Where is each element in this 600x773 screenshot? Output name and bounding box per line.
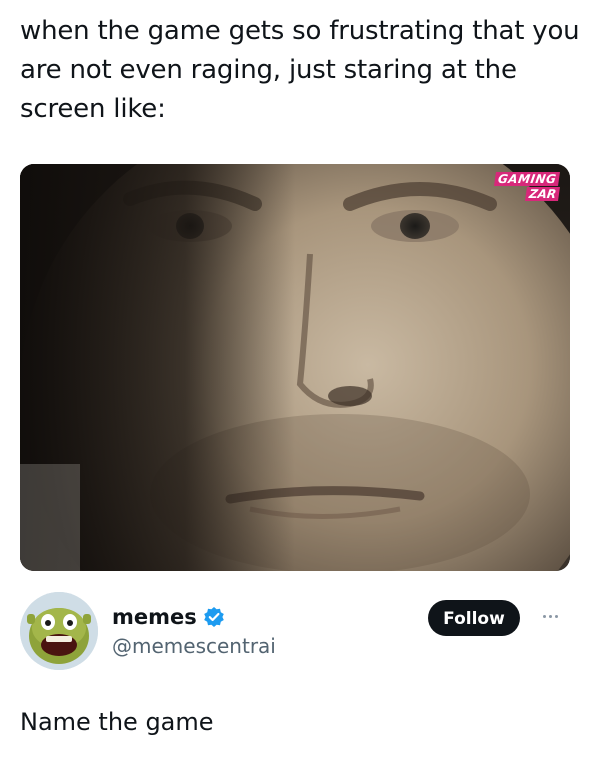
face-photo (20, 164, 570, 571)
more-dot (542, 614, 546, 618)
meme-image[interactable]: GAMING ZAR (20, 164, 570, 571)
meme-caption: when the game gets so frustrating that y… (20, 16, 580, 124)
author-display-name[interactable]: memes (112, 605, 197, 629)
follow-button[interactable]: Follow (428, 600, 520, 636)
more-dot (554, 614, 558, 618)
post-author-row: memes @memescentrai Follow (20, 592, 580, 672)
shrek-avatar-icon[interactable] (20, 592, 98, 670)
author-name-line: memes (112, 602, 225, 632)
author-handle[interactable]: @memescentrai (112, 634, 276, 658)
watermark-line2: ZAR (524, 187, 560, 201)
watermark-line1: GAMING (493, 172, 560, 186)
post-text: Name the game (20, 708, 214, 736)
more-options-icon[interactable] (535, 606, 565, 626)
more-dot (548, 614, 552, 618)
gaming-zar-watermark: GAMING ZAR (493, 172, 560, 201)
verified-badge-icon (203, 606, 225, 628)
